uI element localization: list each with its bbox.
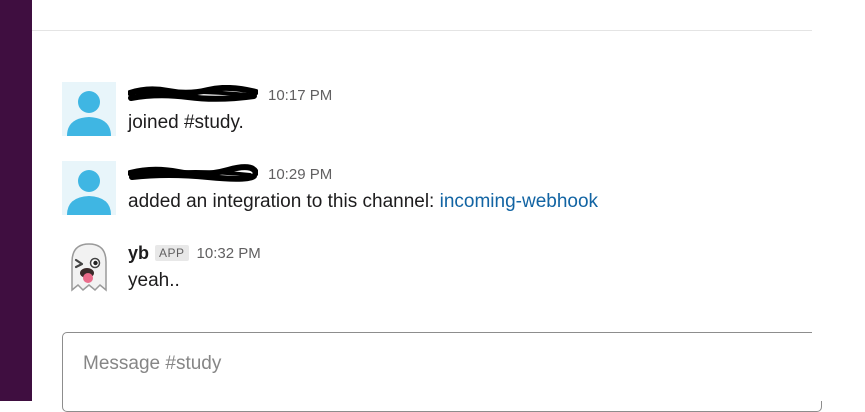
integration-link[interactable]: incoming-webhook: [440, 191, 598, 212]
message-item[interactable]: 10:17 PM joined #study.: [62, 82, 802, 138]
message-timestamp[interactable]: 10:32 PM: [197, 245, 261, 262]
username[interactable]: yb: [128, 243, 149, 264]
workspace-sidebar: [0, 0, 32, 401]
message-text: joined #study.: [128, 112, 244, 133]
default-user-avatar-icon[interactable]: [62, 161, 116, 215]
redacted-username: [128, 164, 258, 184]
default-user-avatar-icon[interactable]: [62, 82, 116, 136]
ghost-emoji-icon[interactable]: [62, 240, 116, 294]
message-text: added an integration to this channel: in…: [128, 191, 598, 213]
message-item[interactable]: 10:29 PM added an integration to this ch…: [62, 161, 802, 217]
message-item[interactable]: yb APP 10:32 PM yeah..: [62, 240, 802, 296]
message-timestamp[interactable]: 10:29 PM: [268, 166, 332, 183]
channel-header: [32, 0, 812, 31]
redacted-username: [128, 85, 258, 105]
message-composer-input[interactable]: Message #study: [62, 332, 822, 412]
message-text: yeah..: [128, 270, 180, 291]
right-margin: [812, 0, 865, 401]
app-badge: APP: [155, 245, 189, 261]
message-text-body: added an integration to this channel:: [128, 191, 440, 212]
message-timestamp[interactable]: 10:17 PM: [268, 87, 332, 104]
composer-placeholder: Message #study: [83, 353, 222, 374]
